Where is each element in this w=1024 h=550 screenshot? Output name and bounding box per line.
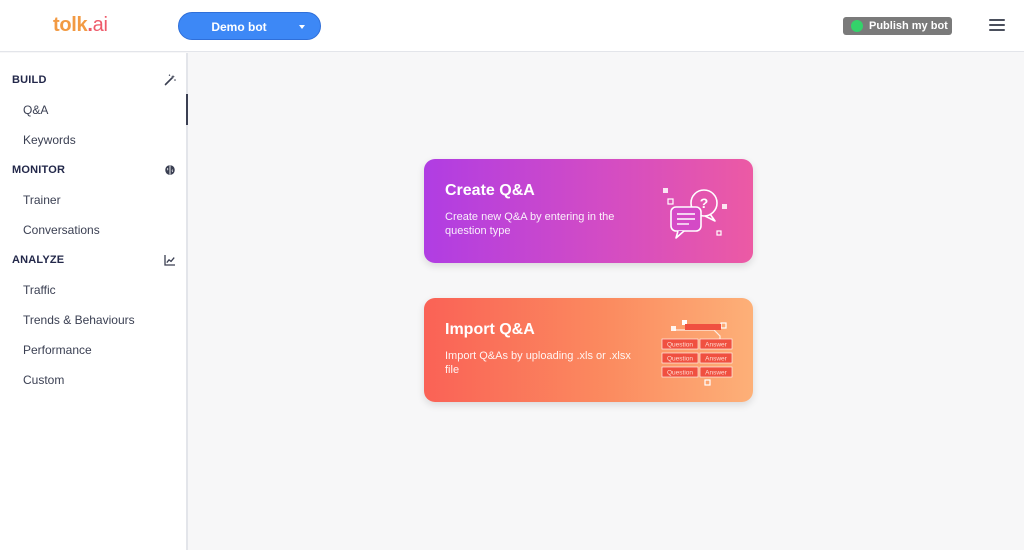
hamburger-menu-icon[interactable] [989,18,1005,32]
import-qa-card[interactable]: Import Q&A Import Q&As by uploading .xls… [424,298,753,402]
section-analyze: ANALYZE [12,252,176,272]
import-qa-title: Import Q&A [445,321,535,338]
caret-down-icon [299,25,305,29]
import-qa-description: Import Q&As by uploading .xls or .xlsx f… [445,350,631,376]
sidebar-item-keywords[interactable]: Keywords [23,133,76,147]
publish-bot-label: Publish my bot [869,20,948,32]
chat-question-icon: ? [663,188,727,239]
section-monitor: MONITOR [12,162,176,182]
spreadsheet-icon: Question Answer Question Answer Question… [661,320,733,386]
sidebar-item-conversations[interactable]: Conversations [23,223,100,237]
sidebar: BUILD Q&A Keywords MONITOR Trainer Conve… [0,53,188,550]
active-item-indicator [186,94,188,125]
status-dot-icon [851,20,863,32]
section-title-analyze: ANALYZE [12,254,65,266]
spreadsheet-answer-label: Answer [705,370,728,377]
create-qa-title: Create Q&A [445,182,535,199]
magic-wand-icon [164,74,176,86]
hamburger-line [989,19,1005,21]
spreadsheet-question-label: Question [667,356,693,363]
section-title-monitor: MONITOR [12,164,66,176]
svg-text:?: ? [700,195,709,211]
bot-selector-dropdown[interactable]: Demo bot [178,12,321,40]
section-title-build: BUILD [12,74,47,86]
section-build: BUILD [12,72,176,92]
brain-icon [165,165,175,175]
create-qa-card[interactable]: Create Q&A Create new Q&A by entering in… [424,159,753,263]
publish-bot-button[interactable]: Publish my bot [843,17,952,35]
chart-line-icon [164,255,175,266]
sidebar-item-trainer[interactable]: Trainer [23,193,61,207]
bot-selector-label: Demo bot [211,20,267,34]
spreadsheet-answer-label: Answer [705,356,728,363]
hamburger-line [989,24,1005,26]
logo[interactable]: tolk.ai [53,14,108,37]
logo-part-ai: ai [92,14,108,36]
sidebar-item-trends-behaviours[interactable]: Trends & Behaviours [23,313,135,327]
sidebar-item-qa[interactable]: Q&A [23,103,48,117]
spreadsheet-question-label: Question [667,370,693,377]
hamburger-line [989,29,1005,31]
create-qa-description: Create new Q&A by entering in the questi… [445,211,615,237]
spreadsheet-answer-label: Answer [705,342,728,349]
logo-part-tolk: tolk [53,14,88,36]
sidebar-item-custom[interactable]: Custom [23,373,64,387]
spreadsheet-question-label: Question [667,342,693,349]
sidebar-item-performance[interactable]: Performance [23,343,92,357]
sidebar-item-traffic[interactable]: Traffic [23,283,56,297]
top-header: tolk.ai Demo bot Publish my bot [0,0,1024,52]
